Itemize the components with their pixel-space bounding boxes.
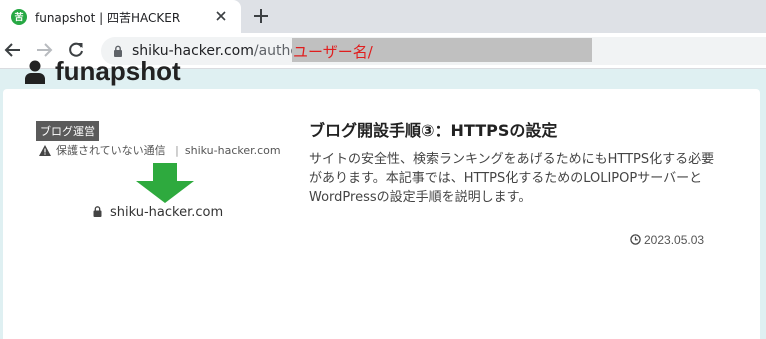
new-tab-plus-icon[interactable] xyxy=(252,7,270,25)
category-badge[interactable]: ブログ運営 xyxy=(36,121,99,141)
insecure-warning-text: 保護されていない通信 xyxy=(56,144,166,157)
back-arrow-icon[interactable] xyxy=(4,41,22,59)
tab-strip: 苦 funapshot | 四苦HACKER xyxy=(0,0,766,33)
down-arrow-icon xyxy=(136,163,194,203)
post-thumbnail[interactable]: ブログ運営 保護されていない通信 | shiku-hacker.com shiku… xyxy=(33,118,288,228)
browser-tab[interactable]: 苦 funapshot | 四苦HACKER xyxy=(0,0,241,33)
address-bar[interactable]: shiku-hacker.com/author/ ユーザー名/ xyxy=(101,37,766,65)
tab-title: funapshot | 四苦HACKER xyxy=(35,11,181,25)
secure-host-text: shiku-hacker.com xyxy=(110,205,224,220)
forward-arrow-icon[interactable] xyxy=(35,41,53,59)
post-excerpt: サイトの安全性、検索ランキングをあげるためにもHTTPS化する必要があります。本… xyxy=(309,152,715,205)
lock-icon xyxy=(93,206,102,217)
close-icon[interactable] xyxy=(213,8,229,24)
site-favicon-icon: 苦 xyxy=(11,9,27,25)
secure-host-row: shiku-hacker.com xyxy=(93,205,223,220)
clock-icon xyxy=(630,234,641,245)
author-name: funapshot xyxy=(55,56,181,86)
warning-triangle-icon xyxy=(39,145,51,156)
post-date: 2023.05.03 xyxy=(630,233,704,247)
user-icon xyxy=(25,60,45,84)
warning-separator: | xyxy=(175,144,179,157)
url-username-placeholder: ユーザー名/ xyxy=(293,43,373,61)
post-title-link[interactable]: ブログ開設手順③：HTTPSの設定 xyxy=(309,117,557,141)
post-date-text: 2023.05.03 xyxy=(644,233,705,247)
insecure-warning-row: 保護されていない通信 | shiku-hacker.com xyxy=(39,142,281,158)
insecure-host-text: shiku-hacker.com xyxy=(184,144,281,157)
